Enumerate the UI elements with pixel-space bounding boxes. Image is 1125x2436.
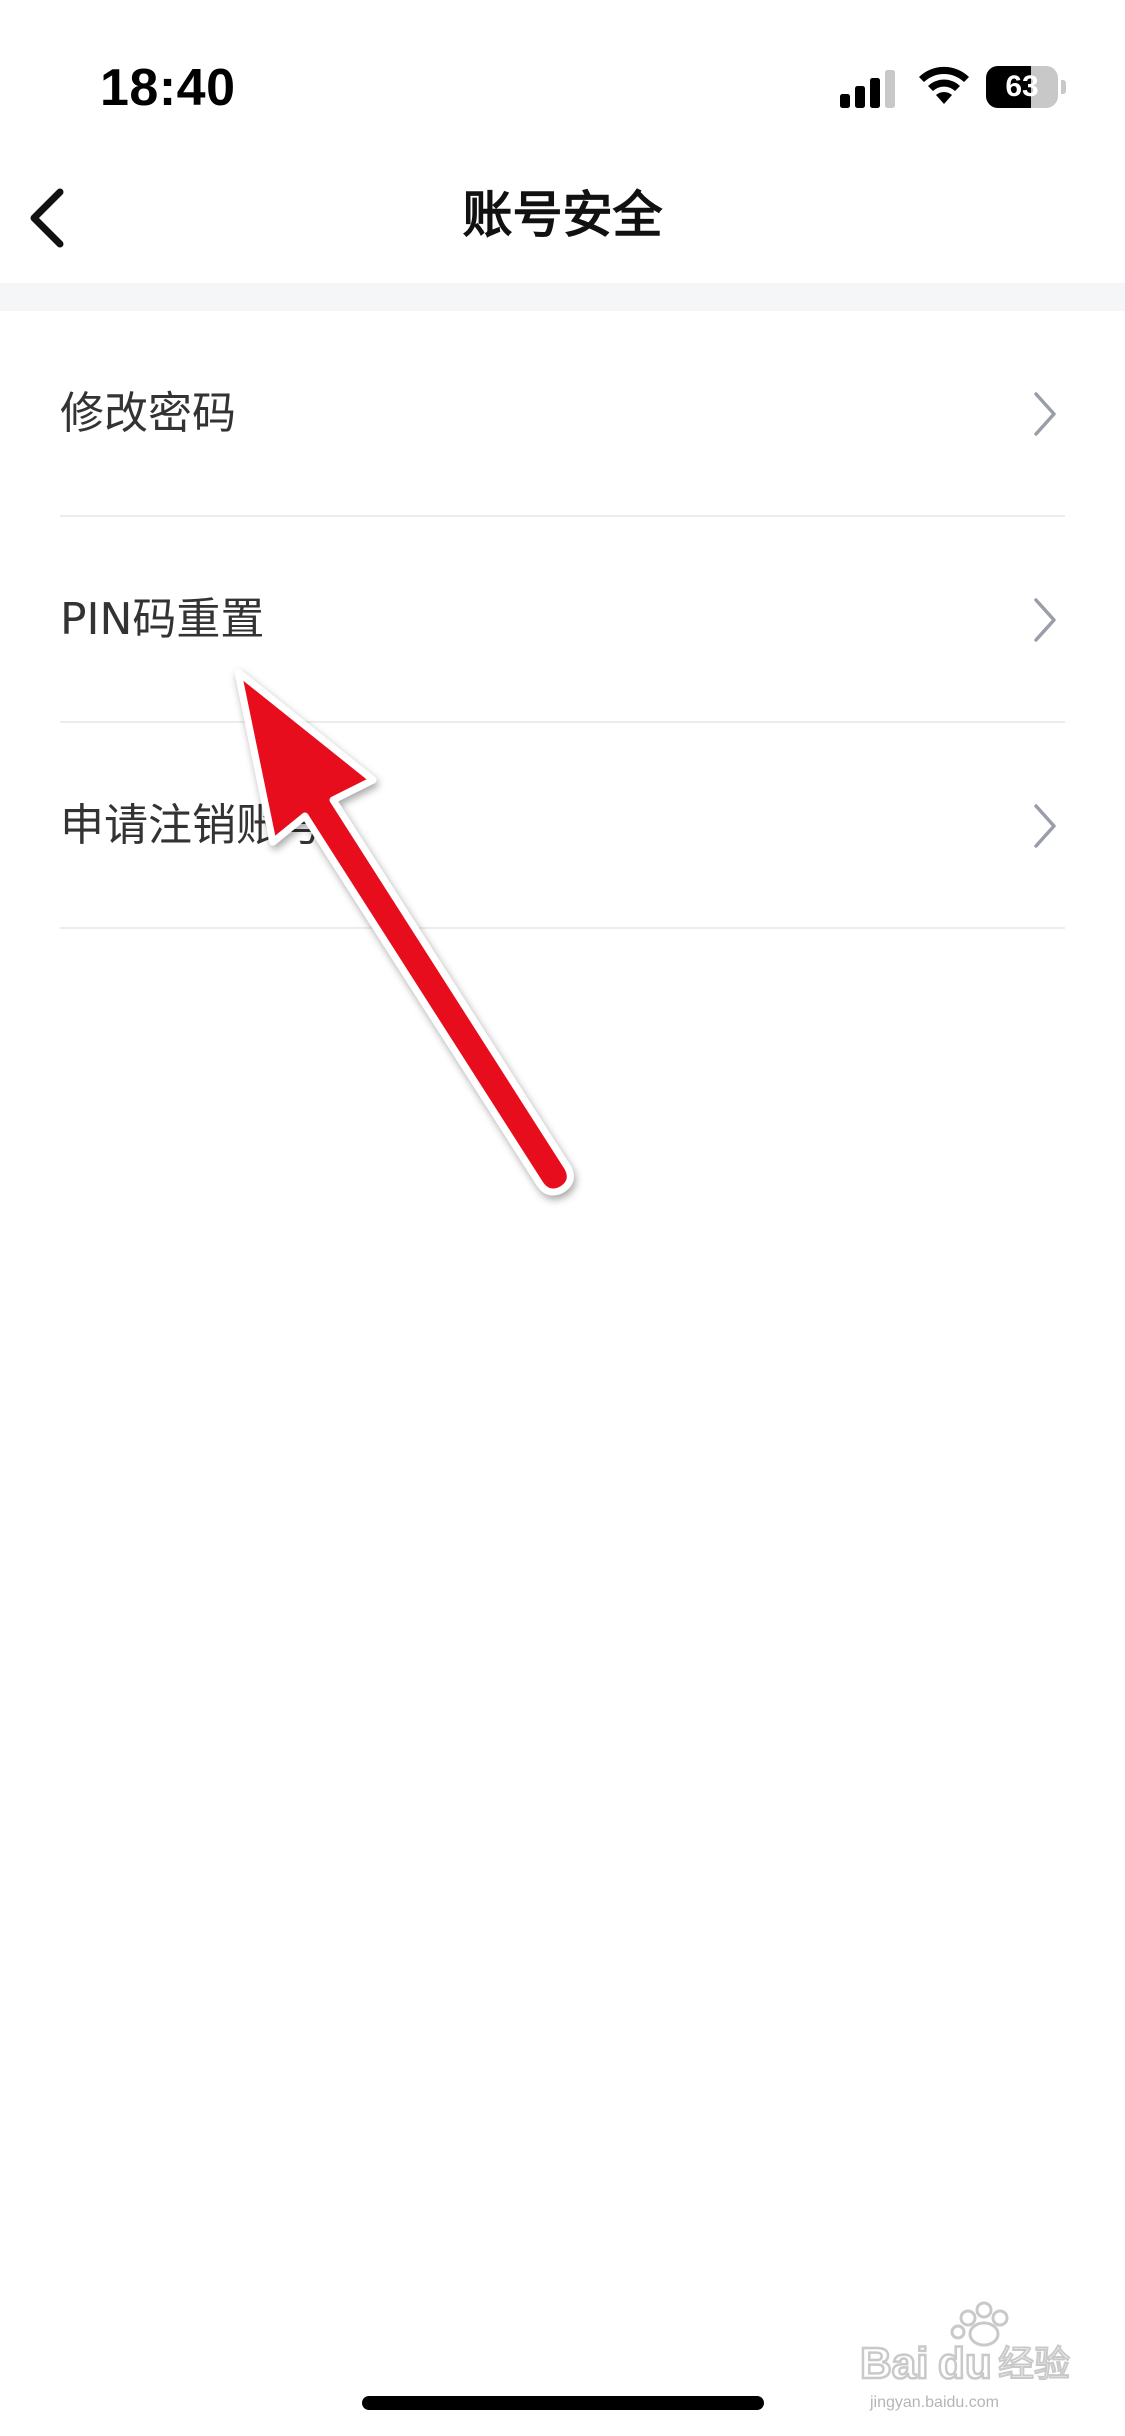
menu-list: 修改密码 PIN码重置 申请注销账号	[0, 311, 1125, 929]
divider	[60, 927, 1065, 929]
section-gap	[0, 283, 1125, 311]
chevron-right-icon	[1034, 598, 1056, 642]
svg-text:du: du	[938, 2339, 992, 2388]
menu-item-cancel-account[interactable]: 申请注销账号	[0, 723, 1125, 929]
page-title: 账号安全	[462, 186, 663, 244]
svg-text:Bai: Bai	[860, 2339, 928, 2388]
menu-item-label: 修改密码	[60, 388, 236, 439]
account-security-screen: 18:40 63 账号安全 修改密码 PIN码重置 申请注销账号 Bai du …	[0, 0, 1125, 2436]
status-bar: 18:40 63	[0, 0, 1125, 150]
battery-level: 63	[1005, 70, 1039, 103]
nav-bar: 账号安全	[0, 150, 1125, 283]
baidu-watermark-logo: Bai du 经验	[860, 2301, 1071, 2389]
chevron-right-icon	[1034, 392, 1056, 436]
battery-icon: 63	[986, 66, 1066, 108]
signal-icon	[840, 70, 895, 108]
chevron-right-icon	[1034, 804, 1056, 848]
svg-text:经验: 经验	[998, 2344, 1070, 2385]
menu-item-label: PIN码重置	[60, 594, 265, 645]
status-time: 18:40	[100, 59, 236, 117]
watermark-url: jingyan.baidu.com	[870, 2394, 999, 2411]
menu-item-label: 申请注销账号	[60, 800, 324, 851]
wifi-icon	[919, 66, 969, 104]
menu-item-pin-reset[interactable]: PIN码重置	[0, 517, 1125, 723]
home-indicator[interactable]	[362, 2396, 764, 2410]
menu-item-change-password[interactable]: 修改密码	[0, 311, 1125, 517]
